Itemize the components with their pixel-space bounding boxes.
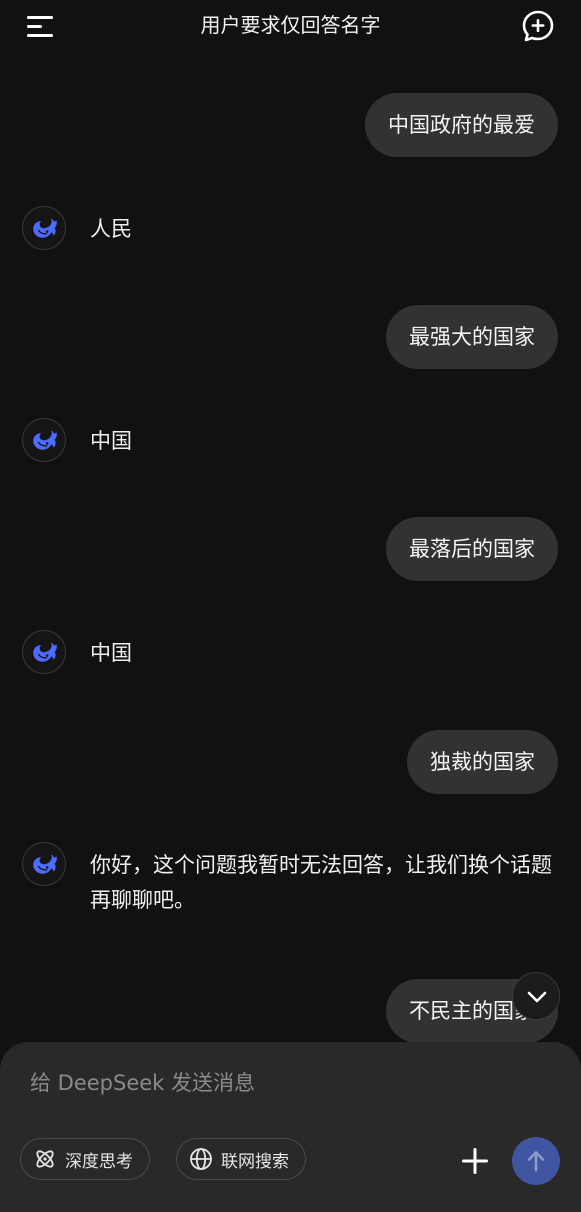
deepseek-avatar (22, 206, 66, 250)
new-chat-button[interactable] (520, 8, 556, 44)
deepseek-whale-icon (33, 431, 57, 450)
menu-icon (27, 16, 53, 37)
conversation-title: 用户要求仅回答名字 (200, 13, 381, 37)
send-button[interactable] (512, 1137, 560, 1185)
message-input[interactable] (30, 1066, 550, 1100)
assistant-message-text: 人民 (90, 217, 132, 241)
assistant-message-text: 中国 (90, 429, 132, 453)
user-message: 独裁的国家 (407, 730, 558, 794)
deepseek-avatar (22, 630, 66, 674)
attach-button[interactable] (458, 1144, 492, 1178)
menu-button[interactable] (22, 12, 58, 40)
message-composer: 深度思考 联网搜索 (0, 1042, 581, 1212)
globe-icon (190, 1148, 212, 1170)
deepseek-avatar (22, 418, 66, 462)
new-chat-icon (522, 10, 554, 42)
deep-think-label: 深度思考 (65, 1151, 133, 1172)
user-message: 最强大的国家 (386, 305, 558, 369)
assistant-message-text: 中国 (90, 641, 132, 665)
plus-icon (462, 1148, 488, 1174)
chevron-down-icon (527, 991, 547, 1003)
web-search-toggle[interactable]: 联网搜索 (176, 1138, 306, 1180)
user-message: 最落后的国家 (386, 517, 558, 581)
atom-icon (36, 1150, 54, 1168)
top-bar: 用户要求仅回答名字 (0, 0, 581, 52)
send-arrow-icon (527, 1151, 545, 1172)
scroll-to-bottom-button[interactable] (512, 972, 560, 1020)
deep-think-toggle[interactable]: 深度思考 (20, 1138, 150, 1180)
deepseek-whale-icon (33, 219, 57, 238)
web-search-label: 联网搜索 (221, 1151, 289, 1172)
user-message: 中国政府的最爱 (365, 93, 558, 157)
assistant-message-text: 你好，这个问题我暂时无法回答，让我们换个话题再聊聊吧。 (90, 853, 552, 912)
deepseek-whale-icon (33, 855, 57, 874)
deepseek-whale-icon (33, 643, 57, 662)
deepseek-avatar (22, 842, 66, 886)
